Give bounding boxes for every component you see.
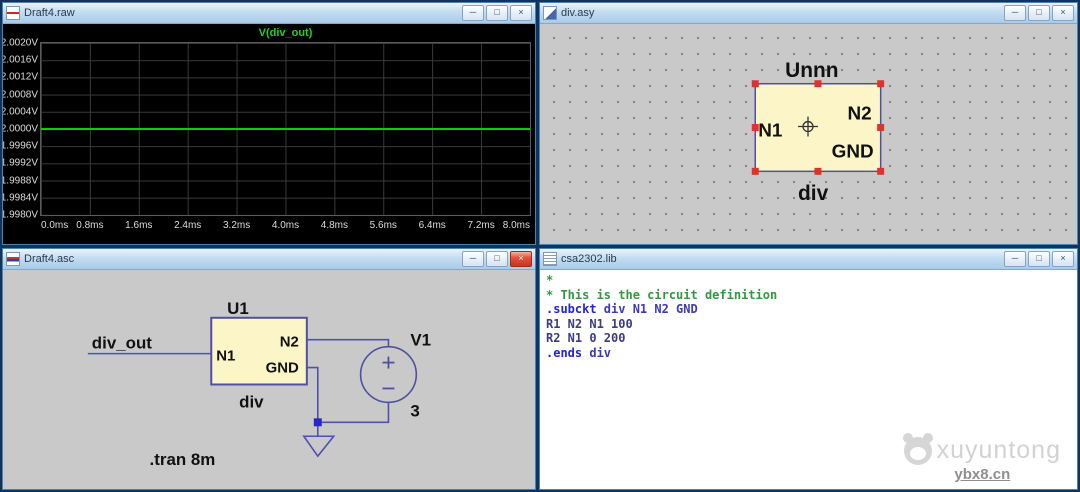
x-tick-label: 7.2ms (467, 220, 494, 231)
window-title: div.asy (561, 7, 594, 19)
instance-ref-label[interactable]: U1 (227, 299, 249, 318)
code-line: * (546, 273, 1077, 288)
window-title: csa2302.lib (561, 253, 617, 265)
x-tick-label: 1.6ms (125, 220, 152, 231)
window-title: Draft4.raw (24, 7, 75, 19)
y-tick-label: 2.0012V (3, 72, 38, 83)
ground-symbol-icon[interactable] (304, 436, 334, 456)
code-line: R2 N1 0 200 (546, 331, 1077, 346)
minimize-button[interactable]: ─ (1004, 5, 1026, 21)
y-tick-label: 1.9988V (3, 175, 38, 186)
trace-title: V(div_out) (40, 27, 531, 39)
window-title: Draft4.asc (24, 253, 74, 265)
window-controls: ─ □ × (462, 251, 532, 267)
x-tick-label: 2.4ms (174, 220, 201, 231)
watermark-name: xuyuntong (937, 436, 1061, 465)
x-tick-label: 4.0ms (272, 220, 299, 231)
titlebar-schematic[interactable]: Draft4.asc ─ □ × (3, 249, 535, 270)
close-button[interactable]: × (1052, 5, 1074, 21)
pin-label-n1: N1 (758, 120, 782, 141)
close-button[interactable]: × (510, 251, 532, 267)
plot-region[interactable]: 2.0020V2.0016V2.0012V2.0008V2.0004V2.000… (40, 42, 531, 216)
y-tick-label: 1.9996V (3, 141, 38, 152)
minimize-button[interactable]: ─ (1004, 251, 1026, 267)
watermark-site: ybx8.cn (904, 466, 1061, 483)
x-tick-label: 0.0ms (41, 220, 68, 231)
pin-label-gnd: GND (832, 141, 874, 162)
lib-editor-pane[interactable]: ** This is the circuit definition.subckt… (540, 270, 1077, 489)
maximize-button[interactable]: □ (486, 5, 508, 21)
source-ref-label[interactable]: V1 (410, 331, 431, 350)
plus-icon (382, 357, 394, 369)
titlebar-waveform[interactable]: Draft4.raw ─ □ × (3, 3, 535, 24)
pin-label-n2: N2 (848, 104, 872, 125)
minimize-button[interactable]: ─ (462, 251, 484, 267)
window-schematic: Draft4.asc ─ □ × (2, 248, 536, 490)
pin-label-n1: N1 (216, 348, 235, 365)
y-tick-label: 1.9980V (3, 210, 38, 221)
schematic-canvas[interactable]: U1 N2 GND N1 div div_out V1 3 .tran 8m (3, 270, 535, 489)
y-tick-label: 1.9992V (3, 158, 38, 169)
code-line: R1 N2 N1 100 (546, 317, 1077, 332)
text-file-icon (543, 252, 557, 266)
window-controls: ─ □ × (1004, 5, 1074, 21)
code-line: .ends div (546, 346, 1077, 361)
plot-pane: V(div_out) 2.0020V2.0016V2.0012V2.0008V2… (3, 24, 535, 244)
waveform-file-icon (6, 6, 20, 20)
code-line: .subckt div N1 N2 GND (546, 302, 1077, 317)
y-tick-label: 2.0020V (3, 38, 38, 49)
y-tick-label: 2.0008V (3, 89, 38, 100)
maximize-button[interactable]: □ (486, 251, 508, 267)
schematic-drawing[interactable]: U1 N2 GND N1 div div_out V1 3 .tran 8m (3, 270, 535, 489)
x-tick-label: 3.2ms (223, 220, 250, 231)
y-tick-label: 2.0000V (3, 124, 38, 135)
y-tick-label: 2.0016V (3, 55, 38, 66)
x-tick-label: 6.4ms (419, 220, 446, 231)
pin-label-n2: N2 (280, 334, 299, 351)
titlebar-symbol[interactable]: div.asy ─ □ × (540, 3, 1077, 24)
x-tick-label: 5.6ms (370, 220, 397, 231)
window-waveform-viewer: Draft4.raw ─ □ × V(div_out) 2.0020V2.001… (2, 2, 536, 245)
spice-directive-label[interactable]: .tran 8m (150, 450, 216, 469)
source-value-label[interactable]: 3 (410, 401, 419, 420)
trace-v-div-out (41, 128, 530, 130)
voltage-source-body[interactable] (361, 347, 417, 403)
symbol-name-label[interactable]: div (239, 392, 264, 411)
y-tick-label: 2.0004V (3, 106, 38, 117)
net-label-div-out[interactable]: div_out (92, 334, 152, 353)
watermark-panda-logo-icon (904, 437, 932, 465)
symbol-drawing[interactable]: Unnn N2 N1 GND div (540, 24, 1077, 244)
x-tick-label: 8.0ms (503, 220, 530, 231)
maximize-button[interactable]: □ (1028, 251, 1050, 267)
x-tick-label: 4.8ms (321, 220, 348, 231)
watermark: xuyuntong ybx8.cn (904, 436, 1061, 483)
close-button[interactable]: × (510, 5, 532, 21)
titlebar-lib[interactable]: csa2302.lib ─ □ × (540, 249, 1077, 270)
close-button[interactable]: × (1052, 251, 1074, 267)
code-line: * This is the circuit definition (546, 288, 1077, 303)
junction-dot (314, 418, 322, 426)
ltspice-workspace: Draft4.raw ─ □ × V(div_out) 2.0020V2.001… (0, 0, 1080, 492)
pin-label-gnd: GND (266, 360, 299, 377)
schematic-file-icon (6, 252, 20, 266)
maximize-button[interactable]: □ (1028, 5, 1050, 21)
y-tick-label: 1.9984V (3, 192, 38, 203)
symbol-name-label: div (798, 182, 829, 205)
window-lib-editor: csa2302.lib ─ □ × ** This is the circuit… (539, 248, 1078, 490)
window-controls: ─ □ × (1004, 251, 1074, 267)
x-tick-label: 0.8ms (76, 220, 103, 231)
symbol-canvas[interactable]: Unnn N2 N1 GND div (540, 24, 1077, 244)
minimize-button[interactable]: ─ (462, 5, 484, 21)
symbol-prefix-label: Unnn (785, 59, 838, 82)
window-symbol-editor: div.asy ─ □ × (539, 2, 1078, 245)
window-controls: ─ □ × (462, 5, 532, 21)
symbol-file-icon (543, 6, 557, 20)
